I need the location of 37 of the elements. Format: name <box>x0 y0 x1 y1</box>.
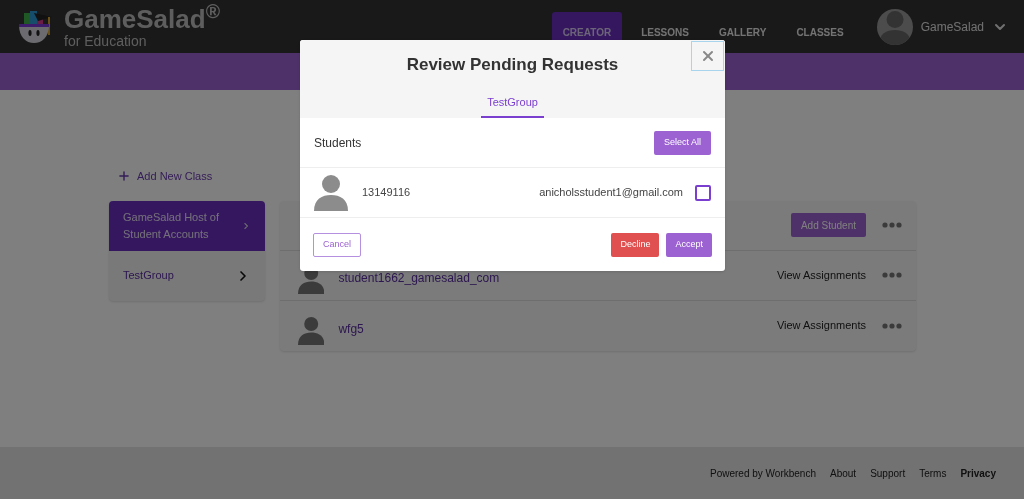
person-icon <box>298 316 325 345</box>
nav-tab[interactable]: GALLERY <box>707 12 778 53</box>
cancel-button[interactable]: Cancel <box>313 232 361 257</box>
section-title: Students <box>314 134 362 152</box>
brand-subtitle: for Education <box>64 33 148 48</box>
view-assignments-link[interactable]: View Assignments <box>776 266 866 284</box>
user-avatar[interactable] <box>876 8 913 45</box>
accept-button[interactable]: Accept <box>666 232 712 257</box>
more-icon[interactable] <box>882 322 902 329</box>
add-student-button[interactable]: Add Student <box>790 213 866 237</box>
modal-title: Review Pending Requests <box>406 54 619 76</box>
footer-link[interactable]: About <box>830 465 857 481</box>
person-icon <box>314 174 348 211</box>
footer-link[interactable]: Support <box>870 465 906 481</box>
view-assignments-link[interactable]: View Assignments <box>776 317 866 334</box>
more-icon[interactable] <box>882 272 902 278</box>
class-item[interactable]: TestGroup <box>109 250 265 301</box>
footer-link[interactable]: Privacy <box>960 465 996 481</box>
plus-icon <box>117 169 131 184</box>
brand-name: GameSalad$^{®}$ <box>64 5 220 32</box>
person-icon <box>878 10 911 45</box>
more-icon[interactable] <box>882 222 902 228</box>
decline-button[interactable]: Decline <box>611 232 660 257</box>
footer-link[interactable]: Terms <box>919 465 947 481</box>
nav-tab[interactable]: CLASSES <box>785 12 855 53</box>
student-link[interactable]: student1662_gamesalad_com <box>338 269 500 287</box>
class-item[interactable]: GameSalad Host of Student Accounts <box>109 200 265 251</box>
modal-tab[interactable]: TestGroup <box>481 93 544 118</box>
user-name[interactable]: GameSalad <box>920 17 984 36</box>
close-button[interactable] <box>691 41 724 71</box>
student-id: 13149116 <box>362 185 411 201</box>
checkbox[interactable] <box>695 184 711 201</box>
student-link[interactable]: wfg5 <box>338 319 364 338</box>
add-class-link[interactable]: Add New Class <box>117 168 213 185</box>
powered-by-text: Powered by Workbench <box>710 466 816 481</box>
select-all-button[interactable]: Select All <box>653 130 711 155</box>
student-email: anicholsstudent1@gmail.com <box>539 185 683 201</box>
